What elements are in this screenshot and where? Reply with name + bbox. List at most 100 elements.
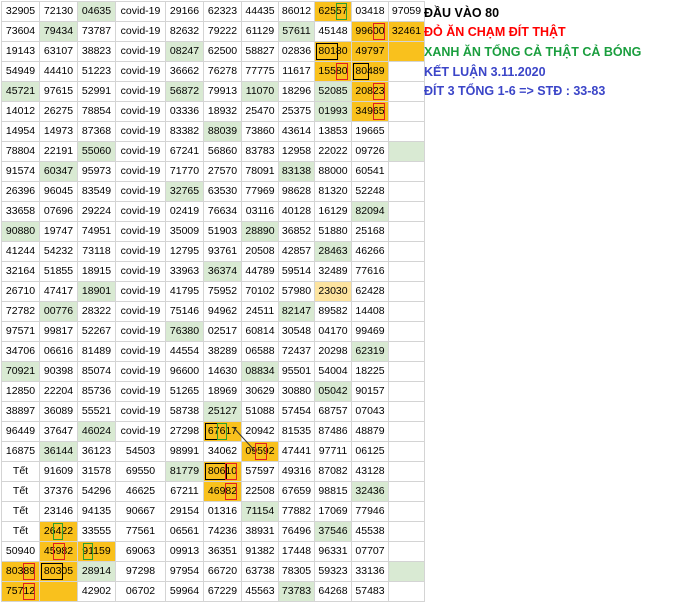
grid-cell: 22191 xyxy=(39,141,78,162)
grid-cell: 18915 xyxy=(77,261,116,282)
grid-cell: 41244 xyxy=(1,241,40,262)
grid-cell: 48879 xyxy=(351,421,389,442)
table-row: 80389 80305 28914 97298 97954 66720 63738 78305… xyxy=(1,561,425,582)
grid-cell: 25375 xyxy=(278,101,315,122)
grid-cell: 80489 xyxy=(351,61,389,82)
grid-cell: 57980 xyxy=(278,281,315,302)
grid-cell: 51265 xyxy=(165,381,204,402)
grid-cell: 79222 xyxy=(203,21,242,42)
grid-cell: 32905 xyxy=(1,1,40,22)
grid-cell: 57483 xyxy=(351,581,389,602)
grid-cell: 69063 xyxy=(115,541,166,562)
table-row: 45721 97615 52991 covid-19 56872 79913 11070 18… xyxy=(1,81,425,102)
grid-cell: 59964 xyxy=(165,581,204,602)
grid-cell: 47441 xyxy=(278,441,315,462)
grid-cell: 04635 xyxy=(77,1,116,22)
grid-cell xyxy=(39,581,78,602)
grid-cell xyxy=(388,281,425,302)
table-row: 16875 36144 36123 54503 98991 34062 09592 47441… xyxy=(1,441,425,462)
grid-cell: 51903 xyxy=(203,221,242,242)
grid-cell: 85736 xyxy=(77,381,116,402)
grid-cell: 99600 xyxy=(351,21,389,42)
grid-cell: 51880 xyxy=(314,221,352,242)
grid-cell: 06702 xyxy=(115,581,166,602)
grid-cell: 17069 xyxy=(314,501,352,522)
grid-cell xyxy=(388,421,425,442)
grid-cell: 81320 xyxy=(314,181,352,202)
grid-cell: covid-19 xyxy=(115,161,166,182)
grid-cell xyxy=(388,141,425,162)
grid-cell: 62319 xyxy=(351,341,389,362)
grid-cell: 44410 xyxy=(39,61,78,82)
grid-cell: 55521 xyxy=(77,401,116,422)
grid-cell: 33963 xyxy=(165,261,204,282)
grid-cell: 77969 xyxy=(241,181,279,202)
grid-cell: 35009 xyxy=(165,221,204,242)
grid-cell: 82632 xyxy=(165,21,204,42)
grid-cell xyxy=(388,401,425,422)
grid-cell: 75712 xyxy=(1,581,40,602)
grid-cell: 97615 xyxy=(39,81,78,102)
grid-cell: 78091 xyxy=(241,161,279,182)
grid-cell: 97711 xyxy=(314,441,352,462)
grid-cell: 46625 xyxy=(115,481,166,502)
grid-cell: 36089 xyxy=(39,401,78,422)
grid-cell: 51223 xyxy=(77,61,116,82)
grid-cell: 18901 xyxy=(77,281,116,302)
grid-cell: covid-19 xyxy=(115,421,166,442)
grid-cell: 82147 xyxy=(278,301,315,322)
grid-cell: 58738 xyxy=(165,401,204,422)
grid-cell: 77946 xyxy=(351,501,389,522)
grid-cell xyxy=(388,181,425,202)
grid-cell: 57611 xyxy=(278,21,315,42)
grid-cell: 63530 xyxy=(203,181,242,202)
grid-cell: 94135 xyxy=(77,501,116,522)
grid-cell: 83783 xyxy=(241,141,279,162)
table-row: 90880 19747 74951 covid-19 35009 51903 28890 36… xyxy=(1,221,425,242)
grid-cell: 62428 xyxy=(351,281,389,302)
grid-cell: 49797 xyxy=(351,41,389,62)
grid-cell: 46266 xyxy=(351,241,389,262)
grid-cell: 11070 xyxy=(241,81,279,102)
grid-cell: 44435 xyxy=(241,1,279,22)
grid-cell: 81779 xyxy=(165,461,204,482)
table-row: Tết 23146 94135 90667 29154 01316 71154 77882 17… xyxy=(1,501,425,522)
grid-cell: 63107 xyxy=(39,41,78,62)
grid-cell: 80305 xyxy=(39,561,78,582)
grid-cell: 77561 xyxy=(115,521,166,542)
grid-cell: Tết xyxy=(1,521,40,542)
grid-cell: 08834 xyxy=(241,361,279,382)
grid-cell: 12850 xyxy=(1,381,40,402)
grid-cell: 79434 xyxy=(39,21,78,42)
grid-cell: 71154 xyxy=(241,501,279,522)
grid-cell: 22022 xyxy=(314,141,352,162)
grid-cell: 30880 xyxy=(278,381,315,402)
grid-cell: 02419 xyxy=(165,201,204,222)
grid-cell: 22508 xyxy=(241,481,279,502)
grid-cell: 62500 xyxy=(203,41,242,62)
table-row: Tết 37376 54296 46625 67211 46982 22508 67659 98… xyxy=(1,481,425,502)
grid-cell xyxy=(388,441,425,462)
grid-cell: covid-19 xyxy=(115,381,166,402)
grid-cell: 97298 xyxy=(115,561,166,582)
grid-cell: 08247 xyxy=(165,41,204,62)
grid-cell: 81489 xyxy=(77,341,116,362)
legend-prediction: ĐÍT 3 TỔNG 1-6 => STĐ : 33-83 xyxy=(424,84,606,98)
grid-cell: 36852 xyxy=(278,221,315,242)
grid-cell: 23030 xyxy=(314,281,352,302)
table-row: 96449 37647 46024 covid-19 27298 67617 20942 81… xyxy=(1,421,425,442)
grid-cell: 99817 xyxy=(39,321,78,342)
grid-cell: 59514 xyxy=(278,261,315,282)
grid-cell: 38823 xyxy=(77,41,116,62)
grid-cell: 16875 xyxy=(1,441,40,462)
grid-cell: 32461 xyxy=(388,21,425,42)
grid-cell: 54949 xyxy=(1,61,40,82)
grid-cell xyxy=(388,261,425,282)
grid-cell: 91574 xyxy=(1,161,40,182)
grid-cell: 67659 xyxy=(278,481,315,502)
grid-cell: 96600 xyxy=(165,361,204,382)
grid-cell: 63738 xyxy=(241,561,279,582)
grid-cell: 54503 xyxy=(115,441,166,462)
grid-cell: 12795 xyxy=(165,241,204,262)
grid-cell: 14408 xyxy=(351,301,389,322)
